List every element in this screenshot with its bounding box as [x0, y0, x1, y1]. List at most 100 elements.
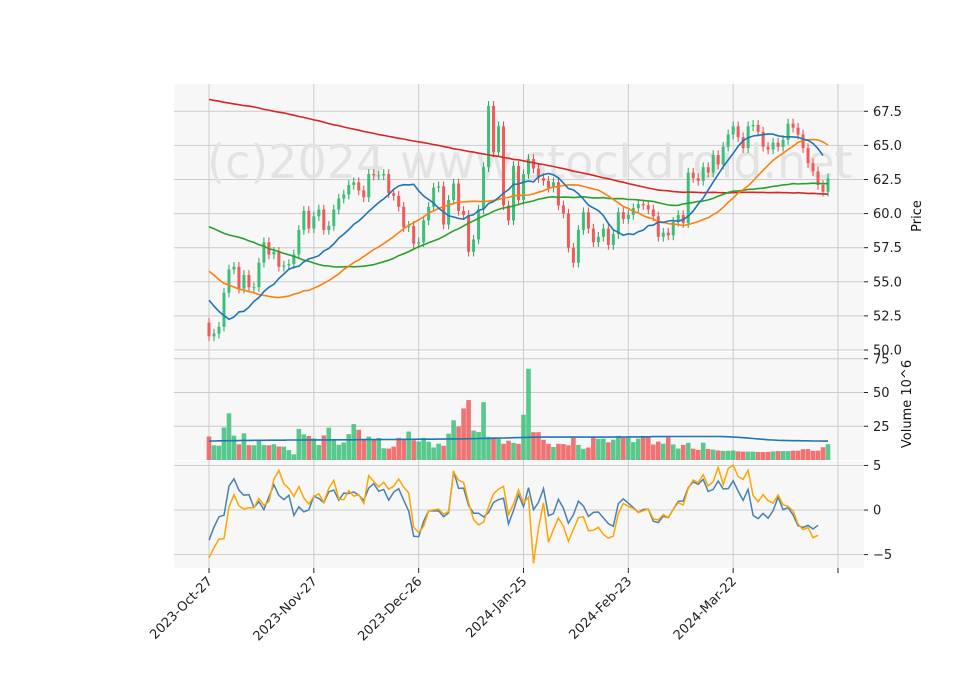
candle-body [641, 204, 645, 206]
volume-bar [710, 449, 716, 460]
volume-bar [765, 451, 771, 460]
volume-bar [670, 444, 676, 460]
volume-bar [236, 444, 242, 460]
candle-body [327, 225, 331, 230]
candle-body [646, 205, 650, 210]
candle-body [342, 194, 346, 199]
volume-bar [715, 450, 721, 460]
volume-bar [755, 451, 761, 460]
volume-y-tick-label: 75 [873, 352, 890, 367]
volume-bar [675, 448, 681, 460]
candle-body [442, 186, 446, 225]
candle-body [372, 174, 376, 176]
volume-bar [551, 446, 556, 460]
volume-bar [501, 443, 506, 460]
volume-bar [645, 437, 651, 460]
volume-bar [446, 433, 451, 460]
candle-body [307, 210, 311, 229]
candle-body [222, 292, 226, 327]
volume-bar [541, 439, 546, 460]
candle-body [571, 247, 575, 263]
candle-body [716, 154, 720, 165]
volume-bar [216, 445, 222, 460]
volume-bar [730, 450, 736, 460]
volume-bar [396, 437, 401, 460]
volume-bar [511, 442, 516, 460]
candle-body [347, 184, 351, 195]
candle-body [362, 190, 366, 198]
volume-y-tick-label: 25 [873, 420, 890, 435]
candle-body [237, 266, 241, 289]
price-y-tick-label: 65.0 [873, 139, 902, 154]
candle-body [337, 198, 341, 210]
volume-bar [725, 450, 731, 460]
candle-body [596, 236, 600, 243]
volume-bar [571, 437, 576, 460]
x-tick-label: 2023-Oct-27 [147, 574, 215, 642]
candle-body [437, 186, 441, 188]
candle-body [422, 220, 426, 243]
volume-bar [790, 450, 796, 460]
volume-bar [421, 437, 426, 460]
volume-bar [431, 447, 436, 460]
candle-body [312, 216, 316, 229]
candle-body [412, 225, 416, 244]
volume-bar [276, 446, 282, 460]
volume-bar [785, 451, 791, 460]
volume-bar [561, 444, 566, 460]
candle-body [696, 178, 700, 181]
candle-body [661, 232, 665, 237]
candle-body [561, 205, 565, 214]
candle-body [232, 266, 236, 270]
volume-bar [341, 442, 347, 460]
volume-bar [221, 427, 227, 460]
candle-body [766, 146, 770, 150]
volume-bar [376, 437, 382, 460]
candle-body [417, 242, 421, 244]
volume-bar [391, 446, 397, 460]
volume-bar [281, 446, 287, 460]
x-tick-label: 2023-Nov-27 [251, 574, 321, 644]
oscillator-y-tick-label: 5 [873, 459, 881, 474]
candle-body [212, 333, 216, 337]
volume-bar [720, 450, 726, 460]
volume-bar [251, 445, 257, 460]
volume-bar [351, 424, 357, 460]
volume-bar [566, 445, 571, 460]
candle-body [521, 174, 525, 200]
candle-body [721, 146, 725, 165]
candle-body [512, 165, 516, 221]
candle-body [492, 105, 496, 153]
volume-bar [371, 439, 377, 460]
volume-bar [705, 448, 711, 460]
volume-bar [695, 449, 701, 460]
volume-bar [506, 440, 511, 460]
candle-body [531, 159, 535, 169]
price-y-tick-label: 62.5 [873, 173, 902, 188]
volume-bar [346, 434, 352, 460]
volume-bar [311, 438, 317, 460]
volume-bar [356, 429, 362, 460]
x-tick-label: 2024-Feb-23 [567, 574, 636, 643]
volume-bar [601, 438, 606, 460]
volume-bar [316, 445, 322, 460]
candle-body [277, 251, 281, 267]
volume-bar [241, 433, 247, 460]
volume-bar [815, 450, 821, 460]
volume-bar [271, 444, 277, 460]
volume-bar [486, 436, 491, 460]
candle-body [576, 229, 580, 263]
volume-bar [546, 443, 551, 460]
volume-bar [690, 448, 696, 460]
candle-body [387, 174, 391, 194]
candle-body [701, 167, 705, 181]
volume-bar [626, 437, 631, 460]
candle-body [546, 180, 550, 188]
volume-bar [640, 435, 646, 460]
volume-bar [745, 451, 751, 460]
volume-bar [411, 440, 416, 460]
price-y-tick-label: 60.0 [873, 207, 902, 222]
candle-body [791, 123, 795, 128]
volume-bar [231, 435, 237, 460]
volume-bar [301, 434, 307, 460]
